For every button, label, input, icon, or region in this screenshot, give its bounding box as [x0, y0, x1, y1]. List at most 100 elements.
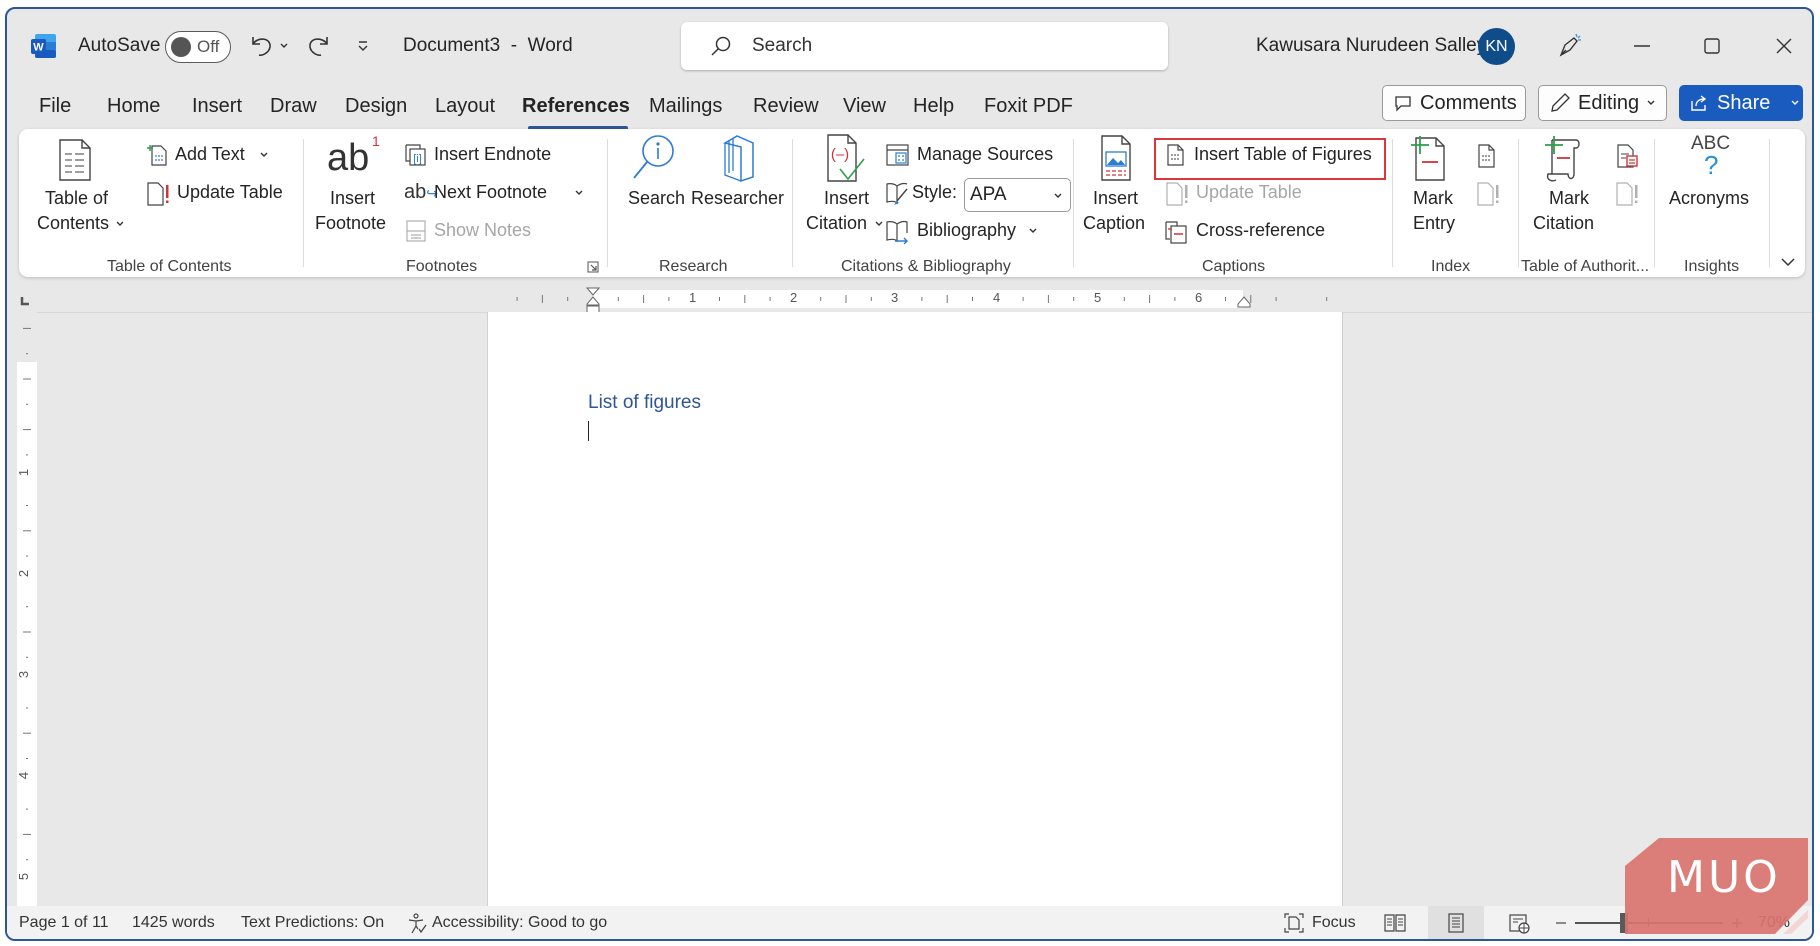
tab-selector-icon[interactable] [18, 294, 32, 308]
redo-button[interactable] [304, 32, 334, 60]
word-logo-icon: W [31, 33, 57, 59]
collapse-ribbon-icon[interactable] [1779, 253, 1797, 271]
tab-mailings[interactable]: Mailings [649, 95, 722, 118]
tab-file[interactable]: File [39, 95, 71, 118]
close-button[interactable] [1769, 31, 1799, 61]
cross-reference-label: Cross-reference [1196, 220, 1326, 240]
tab-foxit-pdf[interactable]: Foxit PDF [984, 95, 1073, 118]
tab-review[interactable]: Review [753, 95, 819, 118]
researcher-button[interactable]: Researcher [689, 133, 789, 223]
next-footnote-dropdown-icon[interactable] [574, 188, 584, 198]
pencil-icon [1549, 92, 1571, 114]
focus-label: Focus [1312, 914, 1356, 931]
comment-icon [1393, 93, 1413, 113]
designer-pen-icon[interactable] [1555, 30, 1585, 60]
share-icon [1689, 93, 1709, 113]
footnotes-dialog-launcher-icon[interactable] [586, 260, 600, 274]
show-notes-button: Show Notes [404, 219, 544, 245]
comments-label: Comments [1420, 91, 1517, 114]
insert-index-icon[interactable] [1475, 143, 1499, 169]
researcher-label: Researcher [691, 188, 785, 208]
right-indent-marker[interactable] [1236, 295, 1252, 311]
add-text-icon [145, 143, 169, 167]
tab-design[interactable]: Design [345, 95, 407, 118]
share-label: Share [1717, 91, 1771, 114]
next-footnote-label: Next Footnote [434, 182, 548, 202]
mark-citation-icon [1541, 133, 1587, 185]
manage-sources-button[interactable]: Manage Sources [885, 143, 1065, 169]
group-label-captions: Captions [1202, 258, 1266, 275]
group-separator [1654, 139, 1655, 267]
ruler-ticks [516, 295, 1328, 303]
ruler-number: 5 [1094, 290, 1102, 305]
undo-button[interactable] [245, 32, 277, 60]
acronyms-button[interactable]: ABC ? Acronyms [1667, 133, 1759, 223]
tab-draw[interactable]: Draw [270, 95, 317, 118]
ruler-number: 6 [1195, 290, 1203, 305]
tab-references[interactable]: References [522, 95, 630, 118]
undo-dropdown-icon[interactable] [278, 40, 290, 52]
search-box[interactable]: Search [681, 22, 1168, 70]
tab-help[interactable]: Help [913, 95, 954, 118]
print-layout-button[interactable] [1428, 906, 1484, 939]
insert-citation-icon: (–) [824, 133, 868, 185]
insert-footnote-button[interactable]: ab 1 Insert Footnote [315, 133, 395, 243]
vertical-ruler-number: 1 [16, 468, 32, 477]
vertical-ruler-number: 4 [16, 771, 32, 780]
table-of-contents-button[interactable]: Table of Contents [37, 133, 124, 243]
accessibility-status[interactable]: Accessibility: Good to go [432, 914, 607, 932]
insert-endnote-button[interactable]: [i] Insert Endnote [404, 143, 574, 169]
bibliography-label: Bibliography [917, 220, 1017, 240]
mark-citation-button[interactable]: Mark Citation [1527, 133, 1603, 243]
editing-mode-button[interactable]: Editing [1538, 85, 1667, 121]
vertical-ruler-ticks [23, 327, 31, 861]
autosave-state: Off [197, 37, 220, 56]
insert-caption-label-2: Caption [1083, 213, 1146, 233]
share-dropdown-icon[interactable] [1790, 99, 1800, 107]
customize-toolbar-icon[interactable] [355, 38, 371, 54]
chevron-down-icon [1028, 226, 1038, 236]
insert-table-of-authorities-icon[interactable] [1614, 143, 1640, 169]
update-table-button[interactable]: Update Table [145, 181, 285, 207]
minimize-button[interactable] [1627, 31, 1657, 61]
search-ribbon-button[interactable]: Search [622, 133, 686, 223]
text-cursor [588, 421, 589, 441]
mark-citation-label-2: Citation [1533, 213, 1595, 233]
cross-reference-button[interactable]: Cross-reference [1164, 219, 1344, 245]
add-text-button[interactable]: Add Text [145, 143, 275, 169]
focus-mode-button[interactable]: Focus [1282, 908, 1362, 938]
insert-footnote-label-1: Insert [330, 188, 376, 208]
tab-view[interactable]: View [843, 95, 886, 118]
document-heading[interactable]: List of figures [588, 392, 701, 414]
show-notes-label: Show Notes [434, 220, 532, 240]
zoom-out-button[interactable] [1553, 914, 1569, 932]
document-page[interactable]: List of figures [487, 312, 1343, 912]
insert-caption-button[interactable]: Insert Caption [1081, 133, 1153, 243]
share-button[interactable]: Share [1679, 85, 1803, 121]
insert-citation-button[interactable]: (–) Insert Citation [802, 133, 890, 243]
citation-style-select[interactable]: APA [964, 178, 1071, 212]
read-mode-icon[interactable] [1382, 912, 1408, 934]
maximize-button[interactable] [1697, 31, 1727, 61]
web-layout-icon[interactable] [1507, 912, 1533, 936]
page-count[interactable]: Page 1 of 11 [19, 914, 109, 932]
group-separator [607, 139, 608, 267]
word-count[interactable]: 1425 words [132, 914, 215, 932]
bibliography-button[interactable]: Bibliography [885, 219, 1045, 245]
tab-insert[interactable]: Insert [192, 95, 242, 118]
mark-entry-button[interactable]: Mark Entry [1401, 133, 1461, 243]
comments-button[interactable]: Comments [1382, 85, 1526, 121]
tab-layout[interactable]: Layout [435, 95, 495, 118]
tab-home[interactable]: Home [107, 95, 160, 118]
group-separator [792, 139, 793, 267]
smart-lookup-icon [630, 133, 678, 183]
group-label-citations-bibliography: Citations & Bibliography [841, 258, 1011, 275]
next-footnote-button[interactable]: ab↪ Next Footnote [404, 181, 594, 207]
update-table-icon [1164, 181, 1190, 207]
text-predictions-status[interactable]: Text Predictions: On [241, 914, 384, 932]
svg-text:W: W [33, 42, 44, 54]
avatar[interactable]: KN [1478, 28, 1515, 65]
autosave-toggle[interactable]: Off [165, 31, 231, 63]
horizontal-ruler[interactable]: 1 2 3 4 5 6 [489, 287, 1345, 314]
muo-watermark: MUO [1625, 838, 1808, 934]
